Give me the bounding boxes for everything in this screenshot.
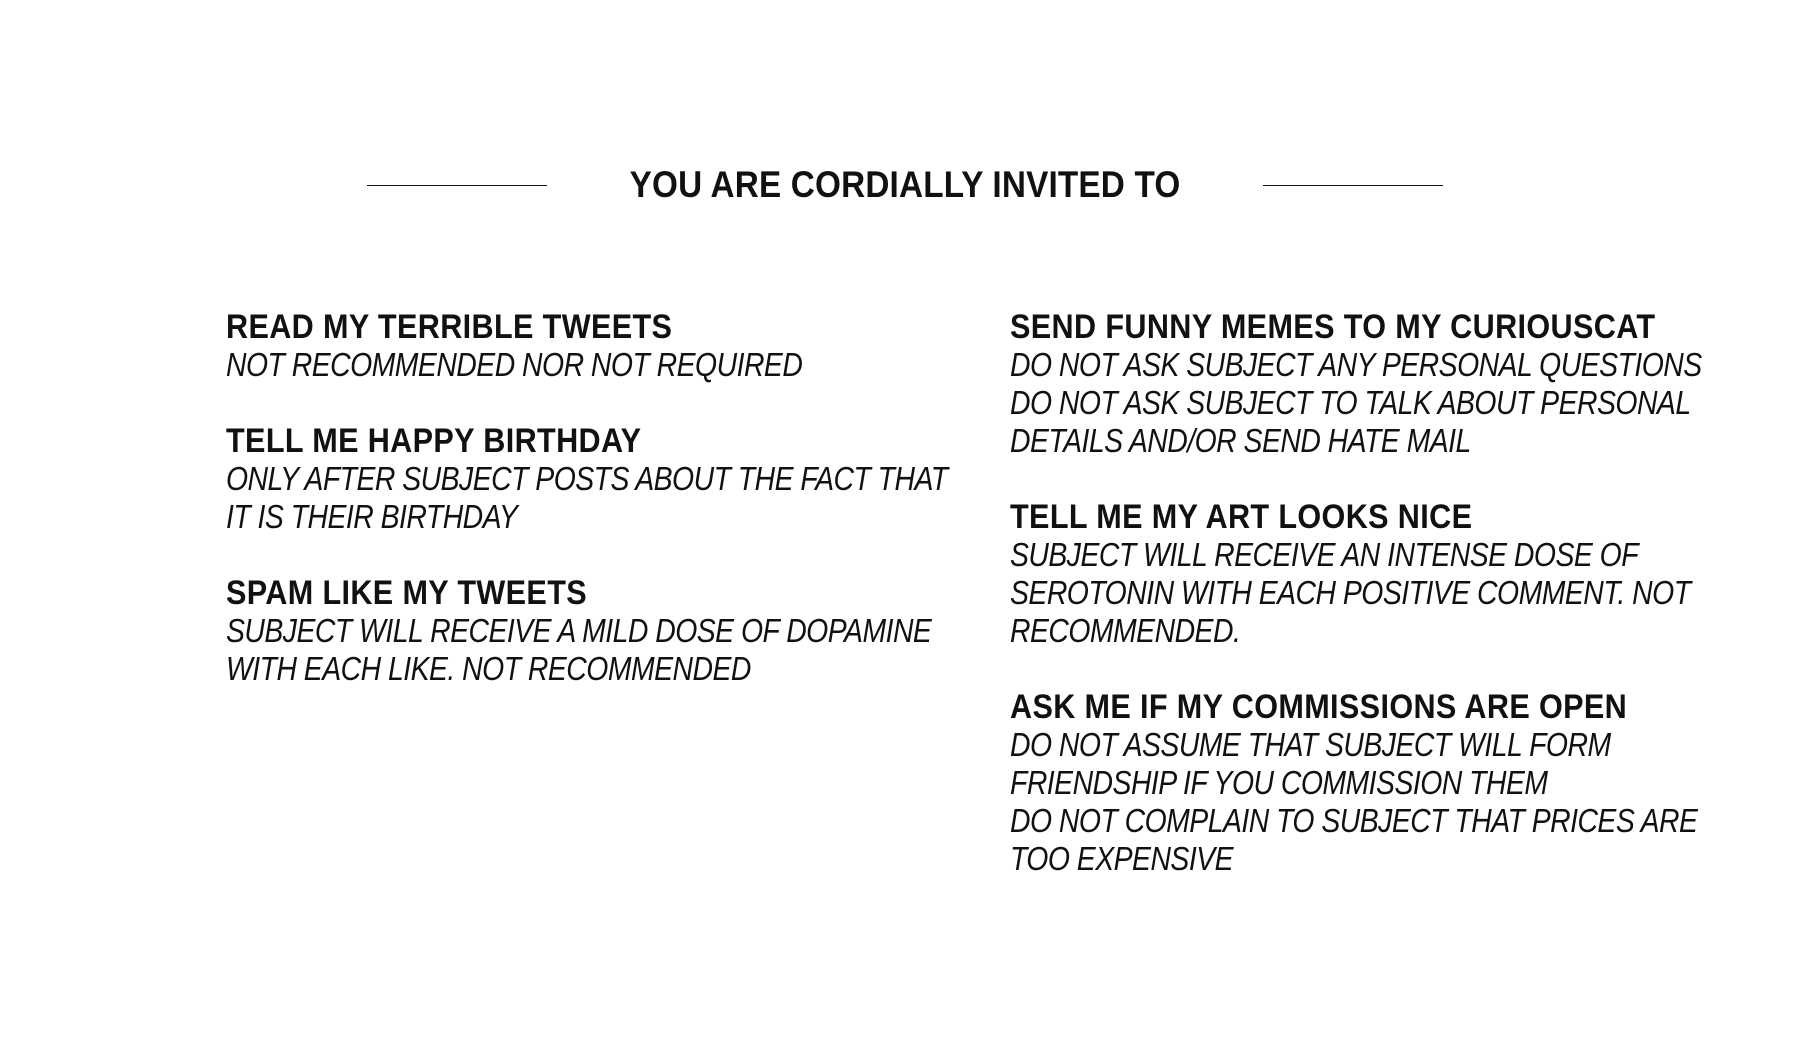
page-title: YOU ARE CORDIALLY INVITED TO	[629, 164, 1181, 205]
item-note: FRIENDSHIP IF YOU COMMISSION THEM	[1010, 764, 1548, 801]
item-note: NOT RECOMMENDED NOR NOT REQUIRED	[226, 346, 803, 383]
item-note: RECOMMENDED.	[1010, 612, 1241, 649]
left-column: READ MY TERRIBLE TWEETS NOT RECOMMENDED …	[226, 308, 948, 726]
item-note: DO NOT ASSUME THAT SUBJECT WILL FORM	[1010, 726, 1611, 763]
item-note: SUBJECT WILL RECEIVE A MILD DOSE OF DOPA…	[226, 612, 932, 649]
item-note: DO NOT ASK SUBJECT ANY PERSONAL QUESTION…	[1010, 346, 1702, 383]
list-item: SEND FUNNY MEMES TO MY CURIOUSCAT DO NOT…	[1010, 308, 1710, 460]
item-title: SEND FUNNY MEMES TO MY CURIOUSCAT	[1010, 308, 1656, 346]
header-rule-left	[367, 184, 547, 186]
right-column: SEND FUNNY MEMES TO MY CURIOUSCAT DO NOT…	[1010, 308, 1710, 916]
item-note: DO NOT COMPLAIN TO SUBJECT THAT PRICES A…	[1010, 802, 1698, 839]
header-rule-right	[1262, 184, 1443, 186]
item-note: TOO EXPENSIVE	[1010, 840, 1234, 877]
item-title: TELL ME MY ART LOOKS NICE	[1010, 498, 1473, 536]
header: YOU ARE CORDIALLY INVITED TO	[367, 160, 1443, 210]
list-item: SPAM LIKE MY TWEETS SUBJECT WILL RECEIVE…	[226, 574, 932, 688]
list-item: ASK ME IF MY COMMISSIONS ARE OPEN DO NOT…	[1010, 688, 1710, 878]
item-note: SUBJECT WILL RECEIVE AN INTENSE DOSE OF	[1010, 536, 1639, 573]
list-item: TELL ME MY ART LOOKS NICE SUBJECT WILL R…	[1010, 498, 1710, 650]
item-title: READ MY TERRIBLE TWEETS	[226, 308, 673, 346]
item-note: SEROTONIN WITH EACH POSITIVE COMMENT. NO…	[1010, 574, 1691, 611]
item-title: SPAM LIKE MY TWEETS	[226, 574, 588, 612]
item-title: ASK ME IF MY COMMISSIONS ARE OPEN	[1010, 688, 1628, 726]
item-note: ONLY AFTER SUBJECT POSTS ABOUT THE FACT …	[226, 460, 948, 497]
item-note: WITH EACH LIKE. NOT RECOMMENDED	[226, 650, 751, 687]
list-item: READ MY TERRIBLE TWEETS NOT RECOMMENDED …	[226, 308, 886, 384]
item-note: DETAILS AND/OR SEND HATE MAIL	[1010, 422, 1471, 459]
item-title: TELL ME HAPPY BIRTHDAY	[226, 422, 642, 460]
item-note: DO NOT ASK SUBJECT TO TALK ABOUT PERSONA…	[1010, 384, 1691, 421]
item-note: IT IS THEIR BIRTHDAY	[226, 498, 518, 535]
list-item: TELL ME HAPPY BIRTHDAY ONLY AFTER SUBJEC…	[226, 422, 948, 536]
